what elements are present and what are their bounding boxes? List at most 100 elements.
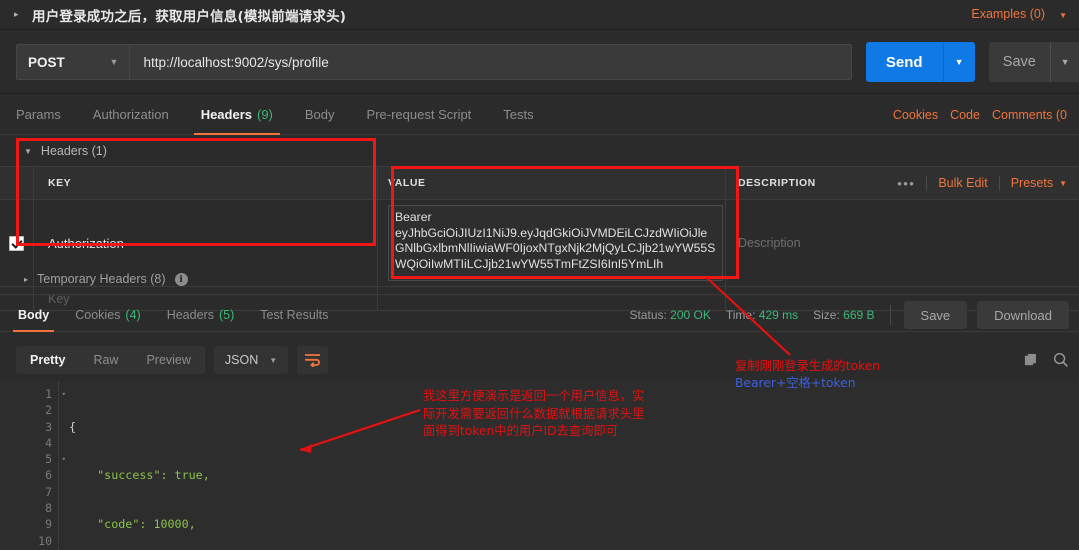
tab-pre-request-script[interactable]: Pre-request Script: [351, 95, 488, 135]
chevron-right-icon: ▸: [24, 274, 29, 284]
time-badge: Time: 429 ms: [726, 308, 798, 322]
download-response-button[interactable]: Download: [977, 301, 1069, 329]
chevron-down-icon: ▼: [24, 146, 32, 156]
size-label: Size:: [813, 308, 840, 322]
temporary-headers-label: Temporary Headers (8): [37, 272, 166, 286]
annotation-text-body: 我这里方便演示是返回一个用户信息，实 际开发需要返回什么数据就根据请求头里 面得…: [423, 389, 645, 438]
tab-label: Pre-request Script: [366, 107, 472, 122]
time-value: 429 ms: [758, 308, 799, 322]
tab-body[interactable]: Body: [289, 95, 351, 135]
page-title: 用户登录成功之后，获取用户信息(模拟前端请求头): [32, 8, 347, 25]
column-value: VALUE: [378, 167, 726, 199]
examples-link[interactable]: Examples (0): [971, 7, 1045, 21]
line-number: 2: [45, 403, 52, 418]
line-number: 10: [38, 533, 52, 548]
chevron-down-icon: ▼: [1059, 178, 1067, 188]
line-number: 7: [45, 484, 52, 499]
chevron-down-icon: ▼: [109, 57, 119, 67]
line-number: 9: [45, 517, 52, 532]
column-key: KEY: [34, 167, 378, 199]
code-link[interactable]: Code: [950, 108, 980, 122]
line-number: ▾ 5: [0, 451, 66, 467]
response-format-select[interactable]: JSON ▼: [213, 346, 289, 374]
response-tab-body[interactable]: Body: [5, 298, 62, 332]
header-checkbox-column: [0, 167, 34, 199]
tab-count: (9): [257, 107, 273, 122]
save-button[interactable]: Save: [988, 42, 1051, 82]
code-line: "success": true,: [69, 468, 210, 483]
annotation-text-token: 复制刚刚登录生成的token: [735, 359, 881, 373]
request-title-bar: ▸ 用户登录成功之后，获取用户信息(模拟前端请求头) Examples (0) …: [0, 0, 1079, 30]
column-value-label: VALUE: [388, 177, 426, 189]
tab-label: Headers: [166, 307, 214, 322]
view-pretty-button[interactable]: Pretty: [16, 346, 79, 374]
bulk-edit-button[interactable]: Bulk Edit: [938, 176, 987, 190]
tab-label: Tests: [503, 107, 534, 122]
response-view-switcher: Pretty Raw Preview: [16, 346, 205, 374]
request-tabs: Params Authorization Headers (9) Body Pr…: [0, 95, 1079, 135]
column-description: DESCRIPTION ••• Bulk Edit Presets ▼: [726, 167, 1079, 199]
chevron-down-icon: ▼: [269, 355, 278, 365]
headers-actions: ••• Bulk Edit Presets ▼: [897, 175, 1079, 191]
copy-icon[interactable]: [1024, 353, 1039, 368]
tab-authorization[interactable]: Authorization: [77, 95, 185, 135]
view-raw-button[interactable]: Raw: [79, 346, 132, 374]
word-wrap-toggle[interactable]: [297, 346, 329, 374]
tab-label: Headers: [200, 107, 252, 122]
chevron-down-icon[interactable]: ▼: [1059, 11, 1067, 20]
save-options-caret-icon[interactable]: ▼: [1050, 42, 1079, 82]
line-numbers: ▾1 2 3 4 ▾5 6 7 8 9 10 11 12: [0, 386, 66, 550]
line-number-value: 5: [45, 452, 52, 467]
headers-collapse-label: Headers (1): [40, 144, 107, 158]
tab-label: Cookies: [75, 307, 121, 322]
status-label: Status:: [629, 308, 667, 322]
line-number: 4: [45, 435, 52, 450]
divider: [998, 175, 1000, 191]
annotation-text-bearer: Bearer+空格+token: [735, 376, 856, 390]
tab-tests[interactable]: Tests: [487, 95, 549, 135]
temporary-headers-toggle[interactable]: ▸ Temporary Headers (8) i: [0, 264, 1079, 295]
comments-link[interactable]: Comments (0: [992, 108, 1067, 122]
view-preview-button[interactable]: Preview: [132, 346, 204, 374]
send-options-caret-icon[interactable]: ▼: [942, 42, 975, 82]
header-description-placeholder: Description: [738, 236, 801, 250]
collapse-caret-icon[interactable]: ▸: [14, 10, 32, 19]
line-number: 3: [45, 419, 52, 434]
send-button[interactable]: Send: [865, 42, 943, 82]
tab-headers[interactable]: Headers (9): [185, 95, 289, 135]
response-format-label: JSON: [224, 353, 259, 367]
headers-collapse-toggle[interactable]: ▼ Headers (1): [0, 136, 1079, 166]
more-options-icon[interactable]: •••: [897, 176, 915, 191]
fold-icon[interactable]: ▾: [62, 451, 66, 467]
tab-label: Body: [18, 307, 50, 322]
tab-count: (4): [125, 307, 141, 322]
url-input[interactable]: http://localhost:9002/sys/profile: [129, 44, 852, 80]
postman-window: ▸ 用户登录成功之后，获取用户信息(模拟前端请求头) Examples (0) …: [0, 0, 1079, 550]
headers-table-header-row: KEY VALUE DESCRIPTION ••• Bulk Edit Pres…: [0, 167, 1079, 200]
line-number-value: 1: [45, 387, 52, 401]
cookies-link[interactable]: Cookies: [893, 108, 938, 122]
size-badge: Size: 669 B: [813, 308, 874, 322]
editor-gutter: ▾1 2 3 4 ▾5 6 7 8 9 10 11 12: [0, 381, 66, 550]
line-number: 6: [45, 468, 52, 483]
save-response-button[interactable]: Save: [903, 301, 968, 329]
fold-icon[interactable]: ▾: [62, 386, 66, 402]
http-method-select[interactable]: POST ▼: [16, 44, 130, 80]
line-number: 8: [45, 501, 52, 516]
presets-button[interactable]: Presets: [1011, 176, 1053, 190]
response-tab-headers[interactable]: Headers (5): [154, 298, 248, 332]
time-label: Time:: [725, 308, 756, 322]
header-enabled-checkbox[interactable]: [9, 235, 24, 251]
url-value: http://localhost:9002/sys/profile: [143, 54, 329, 70]
header-key-value: Authorization: [48, 235, 124, 251]
status-badge: Status: 200 OK: [629, 308, 710, 322]
response-tab-test-results[interactable]: Test Results: [247, 298, 341, 332]
response-tabs: Body Cookies (4) Headers (5) Test Result…: [0, 298, 1079, 332]
response-tab-cookies[interactable]: Cookies (4): [62, 298, 153, 332]
url-bar: POST ▼ http://localhost:9002/sys/profile…: [0, 31, 1079, 94]
search-icon[interactable]: [1053, 352, 1069, 368]
info-icon[interactable]: i: [174, 272, 188, 286]
line-number: ▾ 1: [0, 386, 66, 402]
request-utility-links: Cookies Code Comments (0: [893, 95, 1079, 135]
tab-params[interactable]: Params: [0, 95, 77, 135]
